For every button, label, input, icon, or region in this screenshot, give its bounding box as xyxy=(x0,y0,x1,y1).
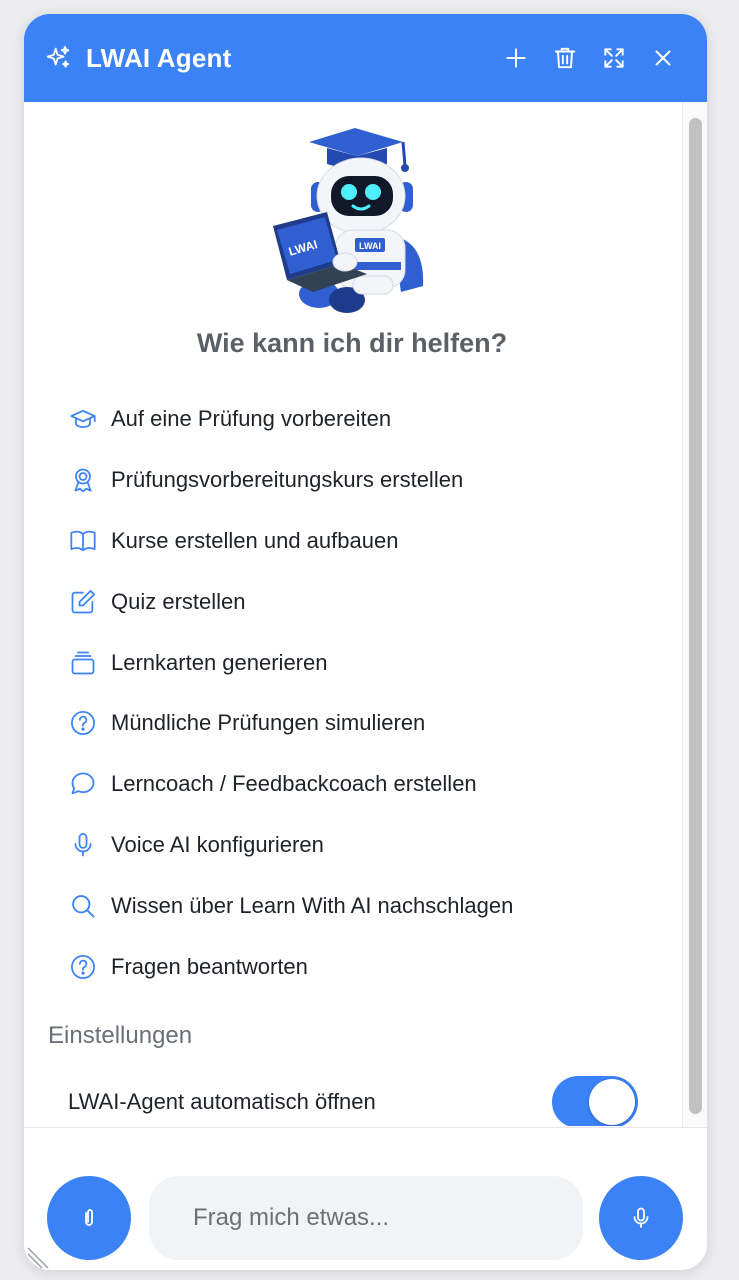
new-chat-button[interactable] xyxy=(491,34,540,83)
auto-open-setting: LWAI-Agent automatisch öffnen xyxy=(68,1074,644,1126)
suggestion-label: Voice AI konfigurieren xyxy=(111,831,324,857)
suggestion-knowledge-search[interactable]: Wissen über Learn With AI nachschlagen xyxy=(68,875,668,936)
suggestion-prepare-exam[interactable]: Auf eine Prüfung vorbereiten xyxy=(68,389,668,450)
search-icon xyxy=(72,894,95,918)
settings-heading: Einstellungen xyxy=(48,1022,193,1049)
suggestion-label: Lerncoach / Feedbackcoach erstellen xyxy=(111,771,477,797)
sparkles-icon xyxy=(46,45,70,68)
message-input[interactable] xyxy=(149,1176,583,1260)
graduation-cap-icon xyxy=(70,410,96,429)
resize-grip-icon[interactable] xyxy=(26,1244,52,1270)
greeting-heading: Wie kann ich dir helfen? xyxy=(196,328,508,358)
agent-window: LWAI Agent LWAI LWAI Wie kann ich dir he… xyxy=(24,14,707,1270)
scrollbar[interactable] xyxy=(682,102,707,1128)
edit-icon xyxy=(71,589,95,614)
voice-input-button[interactable] xyxy=(599,1176,683,1260)
suggestion-label: Quiz erstellen xyxy=(111,588,246,614)
auto-open-toggle[interactable] xyxy=(552,1076,638,1126)
header-title: LWAI Agent xyxy=(86,42,232,73)
suggestion-label: Kurse erstellen und aufbauen xyxy=(111,527,399,553)
robot-mascot: LWAI LWAI xyxy=(273,128,424,313)
delete-chat-button[interactable] xyxy=(540,34,589,83)
auto-open-label: LWAI-Agent automatisch öffnen xyxy=(68,1089,376,1114)
header: LWAI Agent xyxy=(24,14,707,102)
attach-button[interactable] xyxy=(47,1176,131,1260)
robot-chest-label: LWAI xyxy=(359,241,381,251)
book-open-icon xyxy=(70,530,96,552)
paperclip-icon xyxy=(85,1209,93,1226)
expand-button[interactable] xyxy=(589,34,638,83)
cards-icon xyxy=(71,651,95,674)
expand-icon xyxy=(603,48,624,68)
plus-icon xyxy=(505,48,526,68)
suggestion-voice-ai[interactable]: Voice AI konfigurieren xyxy=(68,815,668,876)
suggestion-flashcards[interactable]: Lernkarten generieren xyxy=(68,632,668,693)
header-actions xyxy=(491,14,687,102)
help-circle-icon xyxy=(71,711,95,736)
toggle-knob xyxy=(589,1079,635,1125)
scrollbar-thumb[interactable] xyxy=(689,118,702,1114)
suggestion-label: Mündliche Prüfungen simulieren xyxy=(111,710,426,736)
close-button[interactable] xyxy=(638,34,687,83)
mic-icon xyxy=(74,833,92,857)
suggestion-oral-exams[interactable]: Mündliche Prüfungen simulieren xyxy=(68,693,668,754)
suggestion-label: Prüfungsvorbereitungskurs erstellen xyxy=(111,467,464,493)
trash-icon xyxy=(554,47,575,69)
composer xyxy=(24,1127,707,1270)
suggestion-label: Auf eine Prüfung vorbereiten xyxy=(111,406,392,432)
suggestion-label: Wissen über Learn With AI nachschlagen xyxy=(111,892,514,918)
award-icon xyxy=(74,468,92,493)
suggestion-list: Auf eine Prüfung vorbereiten Prüfungsvor… xyxy=(68,389,668,997)
suggestion-create-quiz[interactable]: Quiz erstellen xyxy=(68,571,668,632)
mic-icon xyxy=(633,1207,649,1228)
suggestion-create-courses[interactable]: Kurse erstellen und aufbauen xyxy=(68,511,668,572)
chat-content: LWAI LWAI Wie kann ich dir helfen? Auf e… xyxy=(24,102,680,1126)
help-circle-icon xyxy=(71,954,95,979)
suggestion-learning-coach[interactable]: Lerncoach / Feedbackcoach erstellen xyxy=(68,754,668,815)
suggestion-label: Fragen beantworten xyxy=(111,953,308,979)
suggestion-exam-prep-course[interactable]: Prüfungsvorbereitungskurs erstellen xyxy=(68,450,668,511)
close-icon xyxy=(655,50,670,66)
suggestion-label: Lernkarten generieren xyxy=(111,649,328,675)
suggestion-answer-questions[interactable]: Fragen beantworten xyxy=(68,936,668,997)
chat-icon xyxy=(71,772,95,795)
